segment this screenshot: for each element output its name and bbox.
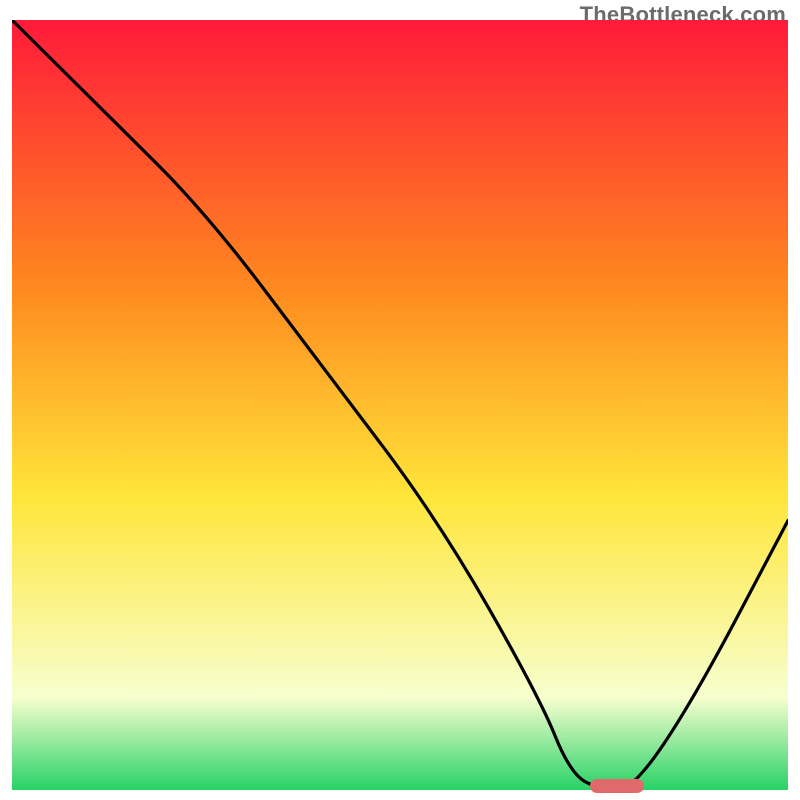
optimum-marker <box>590 779 644 793</box>
chart-container: TheBottleneck.com <box>0 0 800 800</box>
plot-area <box>12 20 788 790</box>
bottleneck-curve <box>12 20 788 790</box>
